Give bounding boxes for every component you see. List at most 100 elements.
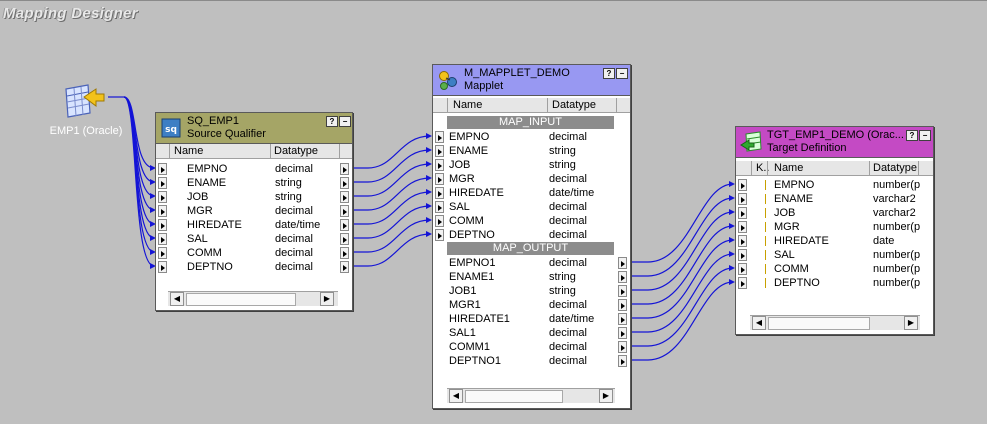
target-port-row[interactable]: COMM number(p bbox=[736, 262, 933, 276]
source-definition-icon[interactable] bbox=[62, 83, 106, 123]
input-port[interactable] bbox=[738, 207, 747, 219]
input-port[interactable] bbox=[738, 263, 747, 275]
output-port[interactable] bbox=[340, 261, 349, 273]
mapplet-output-port-row[interactable]: COMM1 decimal bbox=[433, 340, 630, 354]
output-port[interactable] bbox=[618, 327, 627, 339]
scroll-right-icon[interactable]: ▶ bbox=[904, 316, 918, 330]
mapplet-output-port-row[interactable]: DEPTNO1 decimal bbox=[433, 354, 630, 368]
mapplet-hscrollbar[interactable]: ◀ ▶ bbox=[447, 388, 615, 403]
input-port[interactable] bbox=[435, 215, 444, 227]
mapplet-input-port-row[interactable]: JOB string bbox=[433, 158, 630, 172]
target-port-row[interactable]: JOB varchar2 bbox=[736, 206, 933, 220]
minimize-button[interactable]: − bbox=[339, 116, 351, 127]
output-port[interactable] bbox=[340, 247, 349, 259]
input-port[interactable] bbox=[738, 277, 747, 289]
mapplet-output-port-row[interactable]: SAL1 decimal bbox=[433, 326, 630, 340]
scroll-thumb[interactable] bbox=[186, 293, 296, 306]
mapplet-input-port-row[interactable]: ENAME string bbox=[433, 144, 630, 158]
mapplet-input-port-row[interactable]: DEPTNO decimal bbox=[433, 228, 630, 242]
mapplet-input-port-row[interactable]: MGR decimal bbox=[433, 172, 630, 186]
scroll-left-icon[interactable]: ◀ bbox=[752, 316, 766, 330]
mapplet-input-port-row[interactable]: EMPNO decimal bbox=[433, 130, 630, 144]
input-port[interactable] bbox=[435, 173, 444, 185]
source-qualifier-port-row[interactable]: HIREDATE date/time bbox=[156, 218, 352, 232]
source-qualifier-port-row[interactable]: SAL decimal bbox=[156, 232, 352, 246]
mapplet-output-port-row[interactable]: ENAME1 string bbox=[433, 270, 630, 284]
input-port[interactable] bbox=[158, 247, 167, 259]
target-definition-hscrollbar[interactable]: ◀ ▶ bbox=[750, 315, 920, 330]
output-port[interactable] bbox=[340, 219, 349, 231]
source-qualifier-port-row[interactable]: JOB string bbox=[156, 190, 352, 204]
output-port[interactable] bbox=[340, 205, 349, 217]
mapplet-input-port-row[interactable]: COMM decimal bbox=[433, 214, 630, 228]
output-port[interactable] bbox=[340, 233, 349, 245]
target-port-row[interactable]: SAL number(p bbox=[736, 248, 933, 262]
input-port[interactable] bbox=[435, 159, 444, 171]
mapping-canvas[interactable]: Mapping Designer EMP1 (Oracle) sq SQ_EMP… bbox=[0, 0, 987, 424]
mapplet-input-port-row[interactable]: SAL decimal bbox=[433, 200, 630, 214]
input-port[interactable] bbox=[158, 191, 167, 203]
scroll-left-icon[interactable]: ◀ bbox=[170, 292, 184, 306]
input-port[interactable] bbox=[158, 261, 167, 273]
output-port[interactable] bbox=[618, 341, 627, 353]
scroll-right-icon[interactable]: ▶ bbox=[320, 292, 334, 306]
input-port[interactable] bbox=[158, 177, 167, 189]
restore-button[interactable]: ? bbox=[906, 130, 918, 141]
target-port-row[interactable]: HIREDATE date bbox=[736, 234, 933, 248]
restore-button[interactable]: ? bbox=[603, 68, 615, 79]
input-port[interactable] bbox=[435, 201, 444, 213]
scroll-thumb[interactable] bbox=[465, 390, 563, 403]
source-qualifier-port-row[interactable]: ENAME string bbox=[156, 176, 352, 190]
output-port[interactable] bbox=[618, 313, 627, 325]
source-qualifier-titlebar[interactable]: sq SQ_EMP1 Source Qualifier ? − bbox=[156, 113, 352, 144]
input-port[interactable] bbox=[435, 229, 444, 241]
restore-button[interactable]: ? bbox=[326, 116, 338, 127]
source-qualifier-hscrollbar[interactable]: ◀ ▶ bbox=[168, 291, 338, 306]
input-port[interactable] bbox=[435, 145, 444, 157]
source-qualifier-port-row[interactable]: EMPNO decimal bbox=[156, 162, 352, 176]
input-port[interactable] bbox=[158, 163, 167, 175]
mapplet-output-port-row[interactable]: MGR1 decimal bbox=[433, 298, 630, 312]
target-port-row[interactable]: MGR number(p bbox=[736, 220, 933, 234]
input-port[interactable] bbox=[158, 219, 167, 231]
mapplet-output-port-row[interactable]: EMPNO1 decimal bbox=[433, 256, 630, 270]
source-qualifier-port-row[interactable]: COMM decimal bbox=[156, 246, 352, 260]
source-qualifier-window[interactable]: sq SQ_EMP1 Source Qualifier ? − Name Dat… bbox=[155, 112, 353, 311]
target-port-row[interactable]: EMPNO number(p bbox=[736, 178, 933, 192]
source-qualifier-port-row[interactable]: MGR decimal bbox=[156, 204, 352, 218]
output-port[interactable] bbox=[340, 163, 349, 175]
output-port[interactable] bbox=[618, 299, 627, 311]
target-port-row[interactable]: ENAME varchar2 bbox=[736, 192, 933, 206]
output-port[interactable] bbox=[618, 285, 627, 297]
mapplet-output-port-row[interactable]: JOB1 string bbox=[433, 284, 630, 298]
mapplet-output-port-row[interactable]: HIREDATE1 date/time bbox=[433, 312, 630, 326]
output-port[interactable] bbox=[618, 257, 627, 269]
input-port[interactable] bbox=[435, 187, 444, 199]
output-port[interactable] bbox=[340, 191, 349, 203]
input-port[interactable] bbox=[738, 249, 747, 261]
minimize-button[interactable]: − bbox=[919, 130, 931, 141]
mapplet-window[interactable]: M_MAPPLET_DEMO Mapplet ? − Name Datatype… bbox=[432, 64, 631, 409]
target-definition-window[interactable]: TGT_EMP1_DEMO (Orac... Target Definition… bbox=[735, 126, 934, 335]
input-port[interactable] bbox=[738, 193, 747, 205]
scroll-right-icon[interactable]: ▶ bbox=[599, 389, 613, 403]
mapplet-input-port-row[interactable]: HIREDATE date/time bbox=[433, 186, 630, 200]
input-port[interactable] bbox=[435, 131, 444, 143]
source-qualifier-port-row[interactable]: DEPTNO decimal bbox=[156, 260, 352, 274]
input-port[interactable] bbox=[738, 235, 747, 247]
scroll-left-icon[interactable]: ◀ bbox=[449, 389, 463, 403]
output-port[interactable] bbox=[618, 355, 627, 367]
port-name: ENAME bbox=[774, 193, 814, 205]
output-port[interactable] bbox=[618, 271, 627, 283]
mapplet-titlebar[interactable]: M_MAPPLET_DEMO Mapplet ? − bbox=[433, 65, 630, 96]
input-port[interactable] bbox=[158, 233, 167, 245]
input-port[interactable] bbox=[158, 205, 167, 217]
input-port[interactable] bbox=[738, 221, 747, 233]
output-port[interactable] bbox=[340, 177, 349, 189]
scroll-thumb[interactable] bbox=[768, 317, 870, 330]
minimize-button[interactable]: − bbox=[616, 68, 628, 79]
target-port-row[interactable]: DEPTNO number(p bbox=[736, 276, 933, 290]
input-port[interactable] bbox=[738, 179, 747, 191]
port-name: EMPNO bbox=[774, 179, 815, 191]
target-definition-titlebar[interactable]: TGT_EMP1_DEMO (Orac... Target Definition… bbox=[736, 127, 933, 158]
